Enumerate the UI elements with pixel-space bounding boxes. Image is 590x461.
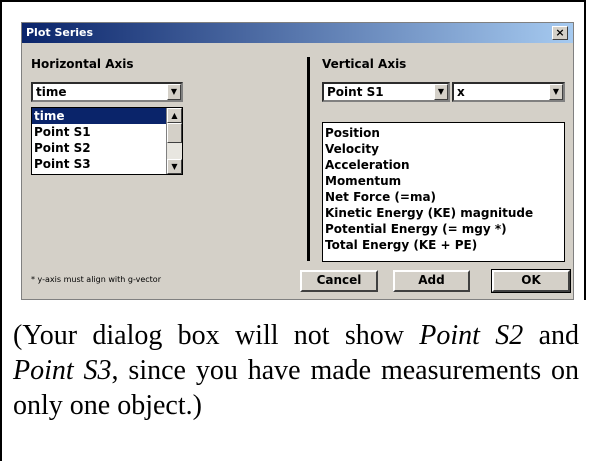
dialog-title: Plot Series: [26, 26, 94, 39]
caption-point-s2: Point S2: [419, 320, 524, 351]
vertical-axis-label: Vertical Axis: [322, 57, 407, 71]
cancel-button[interactable]: Cancel: [300, 270, 378, 292]
vertical-component-select[interactable]: x ▼: [452, 82, 565, 102]
list-item-kinetic-energy[interactable]: Kinetic Energy (KE) magnitude: [323, 205, 564, 221]
scroll-up-icon[interactable]: ▲: [167, 108, 182, 123]
caption-text-1: (Your dialog box will not show: [13, 320, 420, 351]
plot-series-dialog: Plot Series × Horizontal Axis time ▼ tim…: [21, 22, 574, 300]
list-item-time[interactable]: time: [32, 108, 182, 124]
caption-point-s3: Point S3: [13, 355, 112, 386]
horizontal-axis-select[interactable]: time ▼: [31, 82, 183, 102]
y-axis-note: * y-axis must align with g-vector: [31, 275, 161, 284]
chevron-down-icon[interactable]: ▼: [434, 84, 448, 100]
chevron-down-icon[interactable]: ▼: [549, 84, 563, 100]
horizontal-list-scrollbar[interactable]: ▲ ▼: [166, 108, 182, 174]
horizontal-axis-list[interactable]: time Point S1 Point S2 Point S3 ▲ ▼: [31, 107, 183, 175]
list-item-momentum[interactable]: Momentum: [323, 173, 564, 189]
list-item-acceleration[interactable]: Acceleration: [323, 157, 564, 173]
list-item-point-s2[interactable]: Point S2: [32, 140, 182, 156]
chevron-down-icon[interactable]: ▼: [167, 84, 181, 100]
axis-divider: [307, 57, 310, 261]
ok-button[interactable]: OK: [491, 269, 571, 293]
figure-caption: (Your dialog box will not show Point S2 …: [13, 318, 579, 423]
frame-right-border: [584, 0, 586, 300]
scroll-thumb[interactable]: [167, 123, 182, 143]
frame-left-border: [0, 0, 2, 461]
close-icon[interactable]: ×: [552, 26, 568, 40]
vertical-point-selected-value: Point S1: [327, 85, 384, 99]
scroll-down-icon[interactable]: ▼: [167, 159, 182, 174]
list-item-point-s3[interactable]: Point S3: [32, 156, 182, 172]
vertical-quantity-list[interactable]: Position Velocity Acceleration Momentum …: [322, 122, 565, 262]
list-item-potential-energy[interactable]: Potential Energy (= mgy *): [323, 221, 564, 237]
dialog-titlebar[interactable]: Plot Series ×: [22, 23, 573, 43]
list-item-total-energy[interactable]: Total Energy (KE + PE): [323, 237, 564, 253]
list-item-velocity[interactable]: Velocity: [323, 141, 564, 157]
list-item-position[interactable]: Position: [323, 125, 564, 141]
frame-top-border: [0, 0, 586, 2]
horizontal-axis-selected-value: time: [36, 85, 67, 99]
list-item-net-force[interactable]: Net Force (=ma): [323, 189, 564, 205]
horizontal-axis-label: Horizontal Axis: [31, 57, 134, 71]
vertical-component-selected-value: x: [457, 85, 465, 99]
caption-text-2: and: [523, 320, 579, 351]
add-button[interactable]: Add: [393, 270, 470, 292]
vertical-point-select[interactable]: Point S1 ▼: [322, 82, 450, 102]
list-item-point-s1[interactable]: Point S1: [32, 124, 182, 140]
